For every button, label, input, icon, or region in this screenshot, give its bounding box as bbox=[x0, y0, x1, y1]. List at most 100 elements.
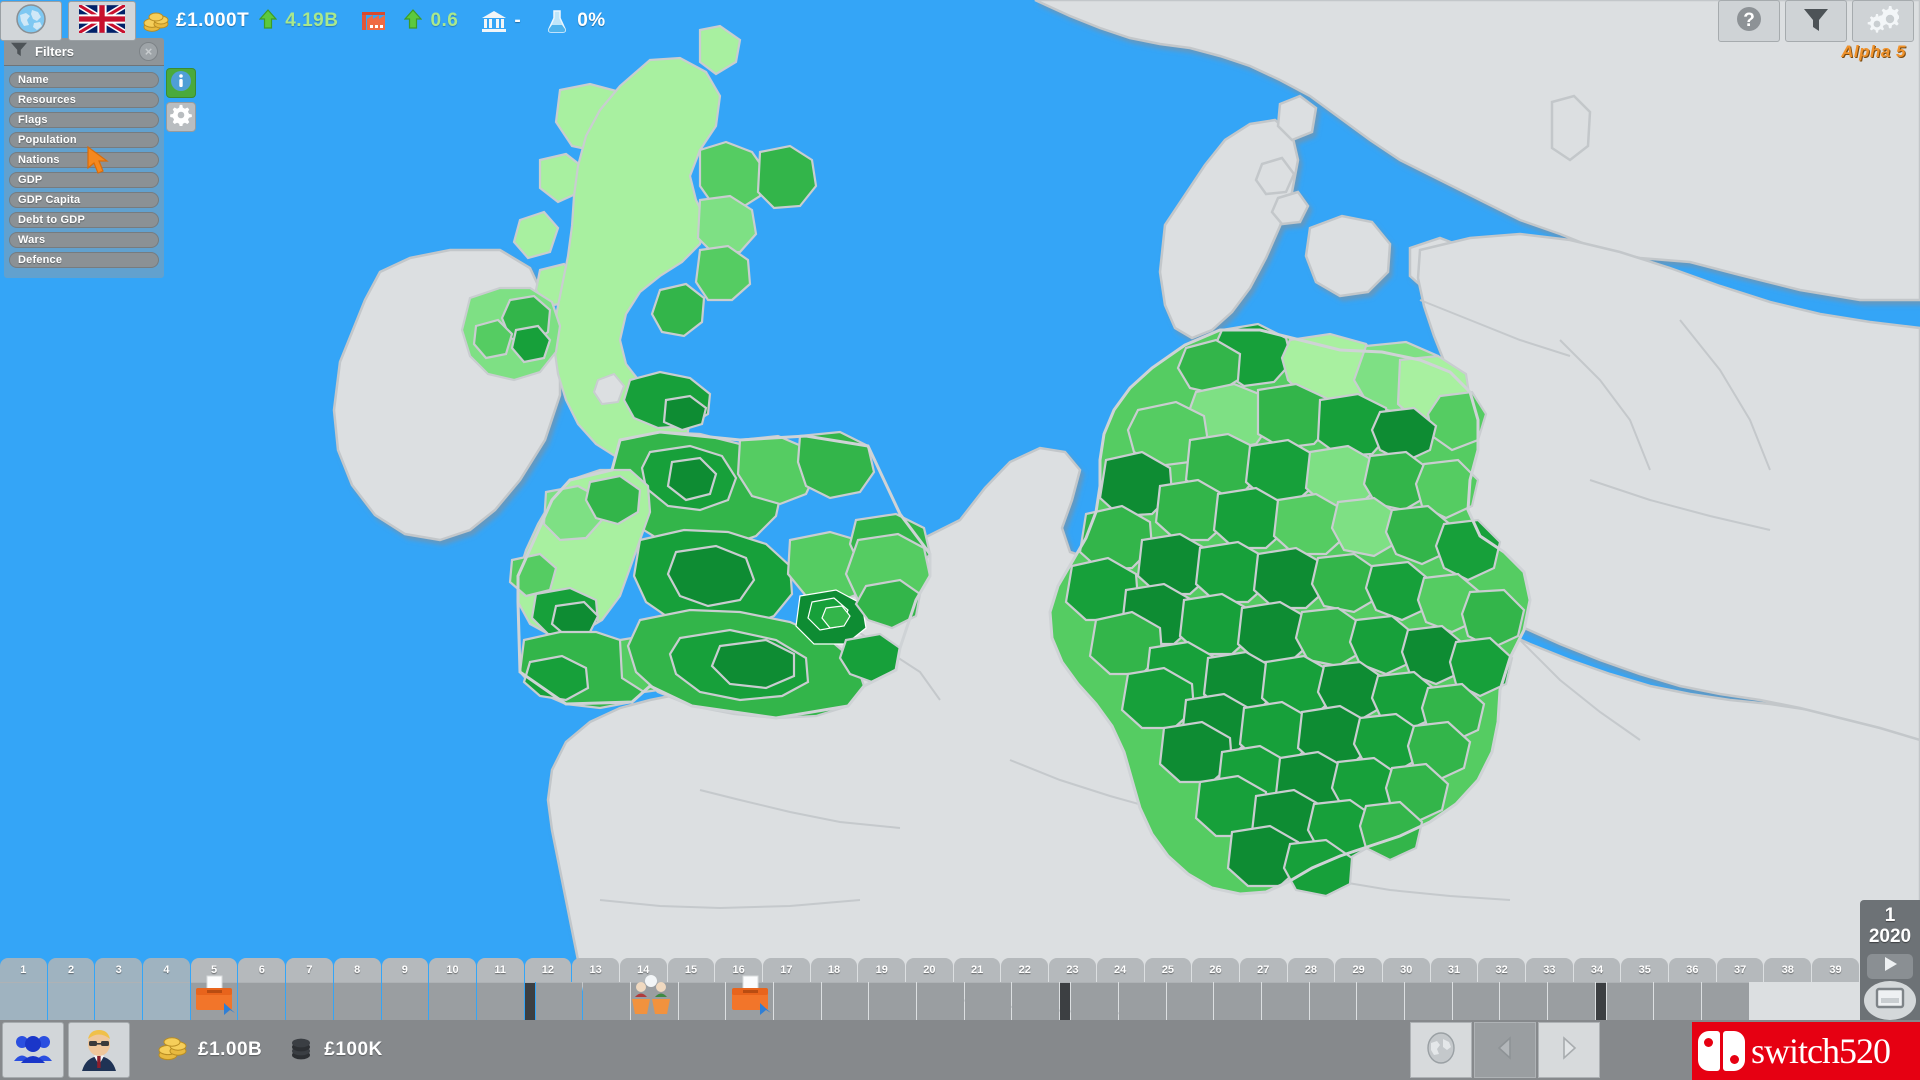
stat-government[interactable]: - bbox=[480, 8, 521, 34]
timeline-slot[interactable] bbox=[1702, 982, 1749, 1020]
filter-item-name[interactable]: Name bbox=[9, 72, 159, 88]
timeline-slot[interactable] bbox=[1606, 982, 1654, 1020]
timeline-quarter-marker[interactable] bbox=[524, 982, 535, 1020]
timeline-tick[interactable]: 36 bbox=[1669, 958, 1716, 982]
timeline-tick[interactable]: 34 bbox=[1573, 958, 1621, 982]
timeline-slot[interactable] bbox=[869, 982, 917, 1020]
timeline-quarter-marker[interactable] bbox=[1060, 982, 1071, 1020]
filter-item-population[interactable]: Population bbox=[9, 132, 159, 148]
timeline-tick[interactable]: 6 bbox=[238, 958, 286, 982]
timeline-tick[interactable]: 11 bbox=[476, 958, 524, 982]
speed-dial-button[interactable] bbox=[1864, 980, 1916, 1020]
filter-item-resources[interactable]: Resources bbox=[9, 92, 159, 108]
map-settings-button[interactable] bbox=[166, 102, 196, 132]
timeline-slot[interactable] bbox=[821, 982, 869, 1020]
timeline-tick[interactable]: 33 bbox=[1526, 958, 1573, 982]
stat-research[interactable]: 0% bbox=[543, 8, 605, 34]
timeline-tick[interactable]: 28 bbox=[1287, 958, 1335, 982]
next-button[interactable] bbox=[1538, 1022, 1600, 1078]
timeline-slot[interactable] bbox=[726, 975, 773, 1020]
timeline-slot[interactable] bbox=[429, 982, 476, 1020]
close-icon[interactable]: × bbox=[139, 42, 158, 61]
timeline-slot[interactable] bbox=[630, 975, 678, 1020]
timeline-tick[interactable]: 10 bbox=[429, 958, 476, 982]
timeline-tick[interactable]: 9 bbox=[381, 958, 429, 982]
filter-item-gdp-capita[interactable]: GDP Capita bbox=[9, 192, 159, 208]
timeline-tick[interactable]: 8 bbox=[333, 958, 381, 982]
timeline-tick[interactable]: 37 bbox=[1716, 958, 1764, 982]
filter-item-flags[interactable]: Flags bbox=[9, 112, 159, 128]
timeline-tick[interactable]: 31 bbox=[1430, 958, 1478, 982]
timeline-quarter-marker[interactable] bbox=[1595, 982, 1606, 1020]
timeline-slot[interactable] bbox=[381, 982, 429, 1020]
timeline-slot[interactable] bbox=[1012, 982, 1060, 1020]
timeline-slot[interactable] bbox=[1404, 982, 1452, 1020]
timeline-tick[interactable]: 7 bbox=[286, 958, 333, 982]
timeline-slot[interactable] bbox=[1214, 982, 1261, 1020]
timeline-slot[interactable] bbox=[1118, 982, 1166, 1020]
timeline-slot[interactable] bbox=[238, 982, 286, 1020]
timeline-slot[interactable] bbox=[1166, 982, 1214, 1020]
globe-button[interactable] bbox=[0, 1, 62, 41]
stat-treasury[interactable]: £1.000T 4.19B bbox=[142, 8, 338, 34]
timeline-slot[interactable] bbox=[286, 982, 333, 1020]
timeline-slot[interactable] bbox=[583, 982, 630, 1020]
timeline-tick[interactable]: 4 bbox=[143, 958, 190, 982]
timeline-tick[interactable]: 18 bbox=[810, 958, 858, 982]
filters-button[interactable] bbox=[1785, 0, 1847, 42]
filter-item-nations[interactable]: Nations bbox=[9, 152, 159, 168]
timeline-slot[interactable] bbox=[964, 982, 1012, 1020]
timeline-tick[interactable]: 24 bbox=[1096, 958, 1144, 982]
help-button[interactable]: ? bbox=[1718, 0, 1780, 42]
timeline-tick[interactable]: 39 bbox=[1812, 958, 1859, 982]
timeline-tick[interactable]: 27 bbox=[1239, 958, 1287, 982]
filter-item-gdp[interactable]: GDP bbox=[9, 172, 159, 188]
timeline-tick[interactable]: 21 bbox=[953, 958, 1001, 982]
timeline-tick[interactable]: 19 bbox=[858, 958, 906, 982]
settings-button[interactable] bbox=[1852, 0, 1914, 42]
stat-industry[interactable]: 0.6 bbox=[360, 8, 458, 34]
timeline-slot[interactable] bbox=[95, 982, 143, 1020]
debate-icon[interactable] bbox=[629, 975, 679, 1020]
timeline-tick[interactable]: 2 bbox=[47, 958, 95, 982]
timeline-tick[interactable]: 25 bbox=[1144, 958, 1192, 982]
timeline-tick[interactable]: 22 bbox=[1001, 958, 1049, 982]
timeline-slot[interactable] bbox=[476, 982, 524, 1020]
info-button[interactable] bbox=[166, 68, 196, 98]
play-button[interactable] bbox=[1867, 953, 1913, 979]
timeline-slot[interactable] bbox=[535, 982, 583, 1020]
timeline-tick[interactable]: 26 bbox=[1192, 958, 1239, 982]
timeline-slot[interactable] bbox=[917, 982, 964, 1020]
population-button[interactable] bbox=[2, 1022, 64, 1078]
timeline-slot[interactable] bbox=[143, 982, 190, 1020]
timeline-slot[interactable] bbox=[0, 982, 47, 1020]
filter-item-debt-to-gdp[interactable]: Debt to GDP bbox=[9, 212, 159, 228]
timeline-tick[interactable]: 12 bbox=[524, 958, 572, 982]
world-map[interactable] bbox=[0, 0, 1920, 1080]
timeline-tick[interactable]: 32 bbox=[1478, 958, 1525, 982]
leader-button[interactable] bbox=[68, 1022, 130, 1078]
timeline-slot[interactable] bbox=[1071, 982, 1118, 1020]
timeline-tick[interactable]: 35 bbox=[1621, 958, 1669, 982]
timeline-slot[interactable] bbox=[1548, 982, 1595, 1020]
timeline-slot[interactable] bbox=[774, 982, 821, 1020]
timeline-slot[interactable] bbox=[1452, 982, 1500, 1020]
timeline-tick[interactable]: 30 bbox=[1382, 958, 1430, 982]
timeline-slot[interactable] bbox=[47, 982, 95, 1020]
timeline-tick[interactable]: 20 bbox=[906, 958, 953, 982]
timeline-slot[interactable] bbox=[1357, 982, 1404, 1020]
timeline-slot[interactable] bbox=[190, 975, 238, 1020]
timeline-tick[interactable]: 29 bbox=[1335, 958, 1382, 982]
ballot-box-icon[interactable] bbox=[727, 975, 773, 1020]
timeline-tick[interactable]: 23 bbox=[1049, 958, 1096, 982]
timeline-slot[interactable] bbox=[1654, 982, 1702, 1020]
nation-flag-button[interactable] bbox=[68, 1, 136, 41]
timeline-slot[interactable] bbox=[1500, 982, 1547, 1020]
timeline-slot[interactable] bbox=[1261, 982, 1309, 1020]
timeline-slot[interactable] bbox=[333, 982, 381, 1020]
timeline-tick[interactable]: 13 bbox=[572, 958, 619, 982]
timeline-slot[interactable] bbox=[678, 982, 726, 1020]
world-view-button[interactable] bbox=[1410, 1022, 1472, 1078]
timeline-tick[interactable]: 1 bbox=[0, 958, 47, 982]
filter-item-defence[interactable]: Defence bbox=[9, 252, 159, 268]
